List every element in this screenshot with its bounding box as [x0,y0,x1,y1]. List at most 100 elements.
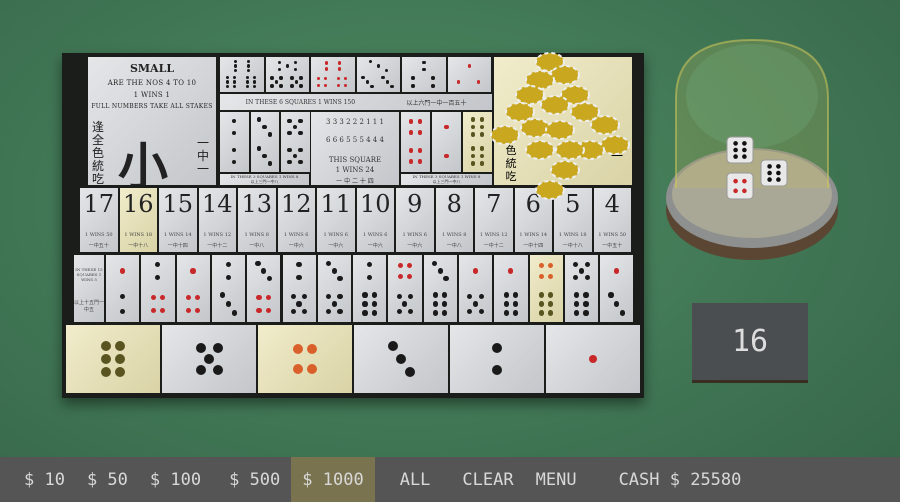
total-number: 9 [407,190,423,218]
die-pip [767,177,772,182]
bet-total-15[interactable]: 15 1 WINS 14 一中十四 [159,188,197,252]
pip [584,274,590,281]
chip-1000-button[interactable]: $ 1000 [291,457,375,502]
bet-double-2[interactable] [220,112,249,172]
bet-triple-4[interactable] [311,57,355,92]
bet-single-1[interactable] [546,325,640,393]
pip [470,160,476,166]
bet-pair-4-5[interactable] [388,255,422,322]
pip [417,129,423,135]
pip [368,60,373,64]
chip-100-button[interactable]: $ 100 [139,457,212,502]
pip [432,301,439,307]
pip [302,293,308,300]
pip [302,308,308,315]
bet-triple-5[interactable] [265,57,309,92]
bet-triple-1[interactable] [447,57,491,92]
bet-pair-3-5[interactable] [317,255,352,322]
pip [492,365,502,375]
die-pip [733,188,738,194]
pip [574,292,580,298]
bet-double-1[interactable] [432,112,461,172]
bet-total-17[interactable]: 17 1 WINS 50 一中五十 [80,188,118,252]
pip [431,260,438,266]
clear-button[interactable]: CLEAR [451,457,524,502]
menu-button[interactable]: MENU [525,457,588,502]
pip [119,268,126,274]
bet-total-9[interactable]: 9 1 WINS 6 一中六 [396,188,434,252]
bet-pair-1-6[interactable] [494,255,528,322]
bet-pair-3-4[interactable] [247,255,281,322]
pip [422,60,426,65]
pip [296,301,302,307]
bet-double-6[interactable] [463,112,492,172]
bet-total-10[interactable]: 10 1 WINS 6 一中六 [356,188,394,252]
bet-triple-2[interactable] [402,57,446,92]
total-payout-zh: 一中六 [288,243,304,249]
pip [361,75,365,79]
pip [298,159,303,165]
pip [362,301,368,307]
bet-total-8[interactable]: 8 1 WINS 8 一中八 [435,188,473,252]
pip [274,80,279,84]
die-pip [767,170,772,176]
pip [343,83,348,88]
total-number: 10 [359,190,391,218]
pip [246,64,251,68]
pip [262,153,267,159]
total-payout: 1 WINS 12 [479,232,508,238]
total-payout: 1 WINS 50 [84,232,113,238]
bet-single-3[interactable] [354,325,448,393]
pip [114,354,125,364]
bet-triple-3[interactable] [356,57,400,92]
chip-50-button[interactable]: $ 50 [76,457,139,502]
total-payout-zh: 一中十八 [128,243,149,249]
bet-pair-1-2[interactable] [106,255,140,322]
bet-total-13[interactable]: 13 1 WINS 8 一中八 [238,188,276,252]
pip [195,308,201,314]
bet-pair-1-3[interactable] [600,255,634,322]
die-pip [776,170,781,176]
bet-pair-3-6[interactable] [423,255,457,322]
bet-pair-2-5[interactable] [282,255,316,322]
chip-pile [490,52,630,200]
bet-total-16[interactable]: 16 1 WINS 18 一中十八 [119,188,157,252]
bet-single-2[interactable] [450,325,544,393]
bet-double-4[interactable] [401,112,430,172]
pip [290,308,296,315]
pip [324,61,329,65]
die-pip [733,178,738,184]
total-payout-zh: 一中六 [328,243,344,249]
pip [396,354,406,364]
chip [490,125,520,145]
pip [584,261,590,268]
any-triple-line-2: 1 WINS 24 [335,166,375,174]
bet-pair-2-3[interactable] [211,255,246,322]
bet-any-triple[interactable]: 3 3 3 2 2 2 1 1 1 6 6 6 5 5 5 4 4 4 THIS… [311,112,399,185]
total-payout-zh: 一中八 [446,243,462,249]
bet-small[interactable]: SMALL ARE THE NOS 4 TO 10 1 WINS 1 FULL … [88,57,216,185]
all-button[interactable]: ALL [389,457,442,502]
bet-pair-4-6[interactable] [529,255,563,322]
bet-pair-5-6[interactable] [564,255,599,322]
die [726,172,754,200]
total-payout: 1 WINS 6 [284,232,309,238]
chip-10-button[interactable]: $ 10 [13,457,76,502]
bet-triple-6[interactable] [220,57,264,92]
pip [538,301,545,307]
bet-total-11[interactable]: 11 1 WINS 6 一中六 [317,188,355,252]
bet-single-4[interactable] [258,325,352,393]
bet-pair-2-6[interactable] [353,255,387,322]
bet-double-3[interactable] [250,112,279,172]
bet-double-5[interactable] [281,112,310,172]
bet-single-6[interactable] [66,325,160,393]
bet-total-12[interactable]: 12 1 WINS 6 一中六 [277,188,315,252]
any-triple-row-2: 6 6 6 5 5 5 4 4 4 [326,136,384,144]
pip [204,354,214,364]
bet-single-5[interactable] [162,325,256,393]
bet-total-14[interactable]: 14 1 WINS 12 一中十二 [198,188,236,252]
bet-pair-1-5[interactable] [459,255,493,322]
bet-pair-1-4[interactable] [176,255,210,322]
chip-500-button[interactable]: $ 500 [218,457,291,502]
bet-pair-2-4[interactable] [141,255,175,322]
